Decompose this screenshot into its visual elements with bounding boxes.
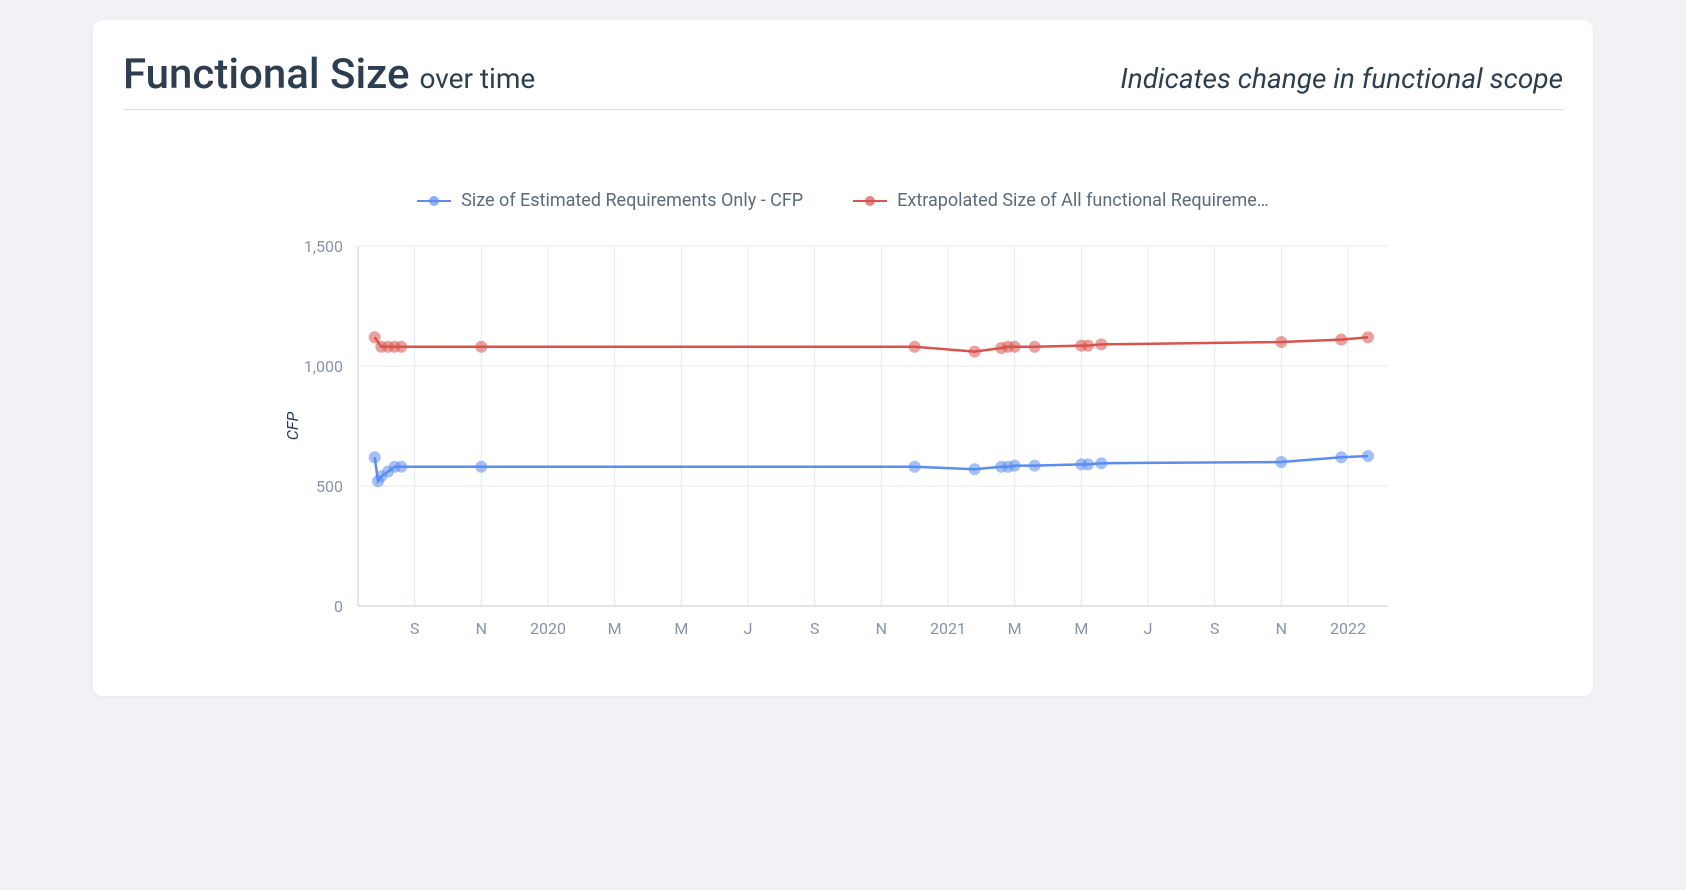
svg-text:M: M — [1074, 619, 1088, 638]
svg-text:CFP: CFP — [283, 412, 302, 441]
svg-text:J: J — [1144, 619, 1153, 638]
subtitle-right: Indicates change in functional scope — [1120, 62, 1563, 95]
svg-text:500: 500 — [316, 477, 343, 496]
svg-text:S: S — [810, 619, 820, 638]
legend: Size of Estimated Requirements Only - CF… — [123, 190, 1563, 211]
svg-text:2020: 2020 — [530, 619, 566, 638]
svg-text:M: M — [608, 619, 622, 638]
legend-label-1: Extrapolated Size of All functional Requ… — [897, 190, 1269, 211]
svg-text:0: 0 — [334, 597, 343, 616]
svg-text:M: M — [1008, 619, 1022, 638]
svg-text:S: S — [1210, 619, 1220, 638]
legend-item-1[interactable]: Extrapolated Size of All functional Requ… — [853, 190, 1269, 211]
svg-text:N: N — [1276, 619, 1287, 638]
legend-swatch-blue — [417, 200, 451, 202]
chart-svg: 0 500 1,000 1,500 S N 2020 M M J S N 2021 M M J S N 2022 CF… — [268, 236, 1418, 656]
svg-text:M: M — [674, 619, 688, 638]
title-sub: over time — [419, 62, 535, 95]
svg-text:N: N — [476, 619, 487, 638]
legend-item-0[interactable]: Size of Estimated Requirements Only - CF… — [417, 190, 803, 211]
chart-area: 0 500 1,000 1,500 S N 2020 M M J S N 2021 M M J S N 2022 CF… — [123, 236, 1563, 656]
svg-text:1,500: 1,500 — [304, 237, 343, 256]
card-header: Functional Size over time Indicates chan… — [123, 50, 1563, 110]
title-main: Functional Size — [123, 50, 409, 99]
legend-label-0: Size of Estimated Requirements Only - CF… — [461, 190, 803, 211]
legend-swatch-red — [853, 200, 887, 202]
svg-text:1,000: 1,000 — [304, 357, 343, 376]
title-block: Functional Size over time — [123, 50, 535, 99]
chart-card: Functional Size over time Indicates chan… — [93, 20, 1593, 696]
svg-text:J: J — [744, 619, 753, 638]
svg-text:2021: 2021 — [930, 619, 966, 638]
svg-text:S: S — [410, 619, 420, 638]
svg-text:N: N — [876, 619, 887, 638]
chart-wrap: Size of Estimated Requirements Only - CF… — [123, 110, 1563, 656]
svg-text:2022: 2022 — [1330, 619, 1366, 638]
